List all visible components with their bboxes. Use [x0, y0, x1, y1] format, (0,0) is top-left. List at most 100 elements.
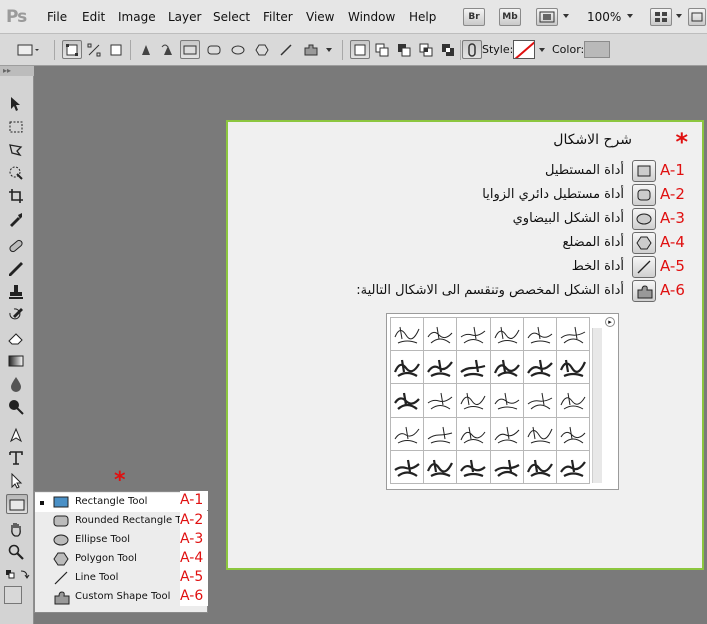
rounded-rectangle-option[interactable]	[204, 40, 224, 59]
path-selection-tool[interactable]	[6, 471, 28, 491]
menu-layer[interactable]: Layer	[168, 10, 201, 24]
rectangle-tool[interactable]	[6, 494, 28, 514]
menu-file[interactable]: File	[47, 10, 67, 24]
tool-preset-picker[interactable]	[14, 40, 44, 59]
custom-shape-thumbnail[interactable]	[490, 384, 523, 417]
custom-shape-thumbnail[interactable]	[556, 417, 589, 450]
blur-tool[interactable]	[6, 374, 28, 394]
quick-selection-tool[interactable]	[6, 163, 28, 183]
arrange-caret-icon[interactable]	[676, 14, 682, 18]
menu-filter[interactable]: Filter	[263, 10, 293, 24]
lasso-tool[interactable]	[6, 140, 28, 160]
default-swap-colors[interactable]	[2, 566, 32, 586]
custom-shape-thumbnail[interactable]	[523, 384, 556, 417]
custom-shape-thumbnail[interactable]	[391, 384, 424, 417]
dodge-tool[interactable]	[6, 397, 28, 417]
custom-shape-thumbnail[interactable]	[490, 417, 523, 450]
eyedropper-tool[interactable]	[6, 209, 28, 229]
rectangle-tool-option[interactable]	[180, 40, 200, 59]
panel-collapse-grip[interactable]: ▸▸	[0, 66, 34, 76]
custom-shape-thumbnail[interactable]	[457, 351, 490, 384]
custom-shape-thumbnail[interactable]	[424, 417, 457, 450]
custom-shape-thumbnail[interactable]	[523, 417, 556, 450]
healing-brush-tool[interactable]	[6, 236, 28, 256]
view-extras-button[interactable]	[536, 8, 558, 26]
menu-image[interactable]: Image	[118, 10, 156, 24]
geometry-options-caret-icon[interactable]	[326, 48, 332, 52]
custom-shape-thumbnail[interactable]	[424, 318, 457, 351]
freeform-pen-option[interactable]	[158, 40, 178, 59]
zoom-level-readout[interactable]: 100%	[587, 10, 621, 24]
type-tool[interactable]	[6, 448, 28, 468]
custom-shape-thumbnail[interactable]	[424, 384, 457, 417]
flyout-tag: A-5	[180, 568, 208, 587]
clone-stamp-tool[interactable]	[6, 282, 28, 302]
menu-help[interactable]: Help	[409, 10, 436, 24]
link-style-button[interactable]	[462, 40, 482, 59]
menu-window[interactable]: Window	[348, 10, 395, 24]
hand-tool[interactable]	[6, 519, 28, 539]
fill-pixels-button[interactable]	[106, 40, 126, 59]
custom-shape-thumbnail[interactable]	[556, 384, 589, 417]
custom-shape-thumbnail[interactable]	[391, 318, 424, 351]
launch-mini-bridge-button[interactable]: Mb	[499, 8, 521, 26]
ellipse-option[interactable]	[228, 40, 248, 59]
line-option[interactable]	[276, 40, 296, 59]
menu-view[interactable]: View	[306, 10, 334, 24]
launch-bridge-button[interactable]: Br	[463, 8, 485, 26]
move-tool[interactable]	[6, 94, 28, 114]
custom-shape-thumbnail[interactable]	[391, 450, 424, 483]
color-swatch[interactable]	[584, 41, 610, 58]
custom-shape-thumbnail[interactable]	[556, 450, 589, 483]
custom-shape-thumbnail[interactable]	[523, 351, 556, 384]
create-new-shape-layer-button[interactable]	[350, 40, 370, 59]
custom-shape-thumbnail[interactable]	[556, 351, 589, 384]
custom-shape-thumbnail[interactable]	[490, 351, 523, 384]
zoom-caret-icon[interactable]	[627, 14, 633, 18]
custom-shape-thumbnail[interactable]	[556, 318, 589, 351]
picker-scrollbar[interactable]	[592, 328, 602, 483]
menu-select[interactable]: Select	[213, 10, 250, 24]
view-extras-caret-icon[interactable]	[563, 14, 569, 18]
custom-shape-thumbnail[interactable]	[457, 450, 490, 483]
subtract-shape-icon	[398, 44, 411, 57]
marquee-tool[interactable]	[6, 117, 28, 137]
polygon-option[interactable]	[252, 40, 272, 59]
pen-tool[interactable]	[6, 425, 28, 445]
brush-tool[interactable]	[6, 259, 28, 279]
custom-shape-thumbnail[interactable]	[523, 450, 556, 483]
style-picker[interactable]	[513, 40, 535, 59]
shape-layers-button[interactable]	[62, 40, 82, 59]
paths-button[interactable]	[84, 40, 104, 59]
crop-tool[interactable]	[6, 186, 28, 206]
custom-shape-option[interactable]	[300, 40, 320, 59]
gradient-tool[interactable]	[6, 351, 28, 371]
row-tag: A-5	[660, 257, 685, 275]
foreground-color-swatch[interactable]	[4, 586, 22, 604]
eraser-tool[interactable]	[6, 328, 28, 348]
zoom-tool[interactable]	[6, 542, 28, 562]
arrange-documents-button[interactable]	[650, 8, 672, 26]
custom-shape-thumbnail[interactable]	[457, 384, 490, 417]
menu-edit[interactable]: Edit	[82, 10, 105, 24]
custom-shape-thumbnail[interactable]	[391, 351, 424, 384]
custom-shape-thumbnail[interactable]	[490, 318, 523, 351]
flyout-menu-icon[interactable]: ▸	[605, 317, 615, 327]
add-to-shape-area-button[interactable]	[372, 40, 392, 59]
custom-shape-thumbnail[interactable]	[523, 318, 556, 351]
exclude-overlapping-button[interactable]	[438, 40, 458, 59]
screen-mode-button[interactable]	[688, 8, 706, 26]
custom-shape-thumbnail[interactable]	[457, 417, 490, 450]
pen-tool-option[interactable]	[136, 40, 156, 59]
custom-shape-thumbnail[interactable]	[424, 351, 457, 384]
history-brush-tool[interactable]	[6, 305, 28, 325]
custom-shape-thumbnail[interactable]	[490, 450, 523, 483]
pen-icon	[142, 45, 150, 55]
intersect-shape-areas-button[interactable]	[416, 40, 436, 59]
custom-shape-thumbnail[interactable]	[424, 450, 457, 483]
subtract-shape-area-button[interactable]	[394, 40, 414, 59]
style-caret-icon[interactable]	[539, 48, 545, 52]
calligraphy-shape-icon	[494, 426, 519, 444]
custom-shape-thumbnail[interactable]	[457, 318, 490, 351]
custom-shape-thumbnail[interactable]	[391, 417, 424, 450]
